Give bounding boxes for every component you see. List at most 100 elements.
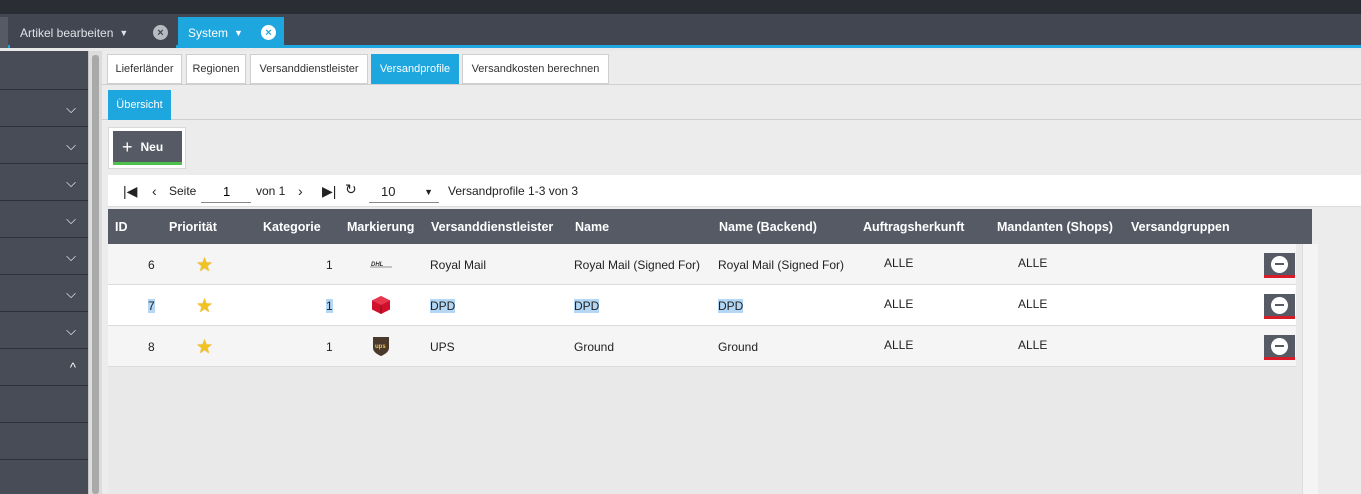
sidebar-item[interactable]: [0, 423, 88, 460]
sidebar-item[interactable]: ⌵: [0, 312, 88, 349]
previous-page-icon[interactable]: ‹: [152, 183, 157, 199]
tab-overflow-stub[interactable]: [0, 17, 8, 48]
close-tab-icon[interactable]: ×: [261, 25, 276, 40]
cell-origin: ALLE: [884, 297, 914, 311]
chevron-down-icon[interactable]: ⌵: [66, 249, 76, 265]
cell-origin: ALLE: [884, 338, 914, 352]
column-header-mandanten[interactable]: Mandanten (Shops): [997, 220, 1113, 234]
sidebar-item[interactable]: [0, 386, 88, 423]
chevron-down-icon[interactable]: ⌵: [66, 175, 76, 191]
delete-button[interactable]: [1264, 253, 1295, 278]
chevron-down-icon[interactable]: ⌵: [66, 286, 76, 302]
cell-name: DPD: [574, 299, 600, 313]
grid-scrollbar[interactable]: [1302, 244, 1318, 494]
cell-category: 1: [326, 340, 333, 354]
delete-button[interactable]: [1264, 294, 1295, 319]
sidebar-item[interactable]: ⌵: [0, 238, 88, 275]
scrollbar-thumb[interactable]: [92, 55, 99, 494]
sidebar-item[interactable]: ⌵: [0, 90, 88, 127]
result-range: Versandprofile 1-3 von 3: [448, 184, 579, 198]
column-header-name-backend[interactable]: Name (Backend): [719, 220, 817, 234]
cell-clients: ALLE: [1018, 338, 1048, 352]
sidebar-item[interactable]: ^: [0, 349, 88, 386]
chevron-down-icon[interactable]: ⌵: [66, 212, 76, 228]
sidebar-item[interactable]: ⌵: [0, 275, 88, 312]
dpd-logo-icon: [370, 294, 392, 316]
caret-down-icon[interactable]: ▼: [119, 28, 128, 38]
tab-system[interactable]: System ▼ ×: [178, 17, 284, 48]
cell-name-backend: Royal Mail (Signed For): [718, 258, 845, 272]
priority-star-icon[interactable]: ★: [196, 254, 213, 277]
cell-name-backend: Ground: [718, 340, 759, 354]
column-header-auftragsherkunft[interactable]: Auftragsherkunft: [863, 220, 964, 234]
caret-down-icon[interactable]: ▼: [234, 28, 243, 38]
data-grid: ID Priorität Kategorie Markierung Versan…: [108, 209, 1318, 494]
cell-name: Ground: [574, 340, 615, 354]
chevron-down-icon[interactable]: ⌵: [66, 138, 76, 154]
rows-per-page-select[interactable]: 10 ▼: [369, 181, 439, 203]
subtab-bar: Lieferländer Regionen Versanddienstleist…: [102, 51, 1361, 85]
chevron-up-icon[interactable]: ^: [70, 360, 76, 375]
sidebar: ⌵ ⌵ ⌵ ⌵ ⌵ ⌵ ⌵ ^: [0, 51, 88, 494]
priority-star-icon[interactable]: ★: [196, 336, 213, 359]
page-number-input[interactable]: [201, 181, 251, 203]
page-count-label: von 1: [256, 184, 286, 198]
content-area: Lieferländer Regionen Versanddienstleist…: [102, 51, 1361, 494]
column-header-markierung[interactable]: Markierung: [347, 220, 414, 234]
subtab-versanddienstleister[interactable]: Versanddienstleister: [250, 54, 368, 84]
sidebar-header: [0, 51, 88, 90]
next-page-icon[interactable]: ›: [298, 183, 303, 199]
priority-star-icon[interactable]: ★: [196, 295, 213, 318]
cell-name-backend: DPD: [718, 299, 744, 313]
sidebar-item[interactable]: ⌵: [0, 201, 88, 238]
tab-uebersicht[interactable]: Übersicht: [108, 90, 171, 120]
reload-icon[interactable]: ↻: [345, 181, 357, 198]
dropdown-arrow-icon: ▼: [424, 187, 433, 197]
cell-clients: ALLE: [1018, 297, 1048, 311]
new-button-label: Neu: [140, 139, 164, 154]
window-top-bar: [0, 0, 1361, 14]
minus-circle-icon: [1271, 255, 1288, 273]
cell-category: 1: [326, 258, 333, 272]
delete-button[interactable]: [1264, 335, 1295, 360]
sidebar-scrollbar[interactable]: [88, 51, 102, 494]
table-row[interactable]: 6 ★ 1 DHL Royal Mail Royal Mail (Signed …: [108, 244, 1296, 285]
close-tab-icon[interactable]: ×: [153, 25, 168, 40]
cell-provider: DPD: [430, 299, 456, 313]
subtab-versandkosten-berechnen[interactable]: Versandkosten berechnen: [462, 54, 609, 84]
pagination-bar: |◀ ‹ Seite von 1 › ▶| ↻ 10 ▼ Versandprof…: [108, 175, 1361, 207]
table-row[interactable]: 7 ★ 1 DPD DPD DPD ALLE ALLE: [108, 285, 1296, 326]
main-tab-bar: Artikel bearbeiten ▼ × System ▼ ×: [0, 14, 1361, 48]
ups-logo-icon: ups: [370, 335, 392, 357]
column-header-versandgruppen[interactable]: Versandgruppen: [1131, 220, 1230, 234]
column-header-kategorie[interactable]: Kategorie: [263, 220, 321, 234]
minus-circle-icon: [1271, 296, 1288, 314]
cell-origin: ALLE: [884, 256, 914, 270]
section-tab-bar: Übersicht: [102, 86, 1361, 120]
chevron-down-icon[interactable]: ⌵: [66, 101, 76, 117]
column-header-id[interactable]: ID: [115, 220, 128, 234]
cell-provider: UPS: [430, 340, 455, 354]
dhl-logo-icon: DHL: [370, 253, 392, 275]
subtab-versandprofile[interactable]: Versandprofile: [371, 54, 459, 84]
column-header-prioritaet[interactable]: Priorität: [169, 220, 217, 234]
first-page-icon[interactable]: |◀: [123, 183, 137, 200]
minus-circle-icon: [1271, 337, 1288, 355]
cell-id: 6: [148, 258, 155, 272]
toolbar: + Neu: [108, 127, 186, 169]
svg-text:ups: ups: [375, 344, 386, 350]
subtab-lieferlaender[interactable]: Lieferländer: [107, 54, 182, 84]
grid-header: ID Priorität Kategorie Markierung Versan…: [108, 209, 1312, 244]
chevron-down-icon[interactable]: ⌵: [66, 323, 76, 339]
subtab-regionen[interactable]: Regionen: [186, 54, 246, 84]
new-button[interactable]: + Neu: [113, 131, 182, 165]
cell-id: 7: [148, 299, 155, 313]
sidebar-item[interactable]: ⌵: [0, 164, 88, 201]
last-page-icon[interactable]: ▶|: [322, 183, 336, 200]
tab-artikel-bearbeiten[interactable]: Artikel bearbeiten ▼ ×: [10, 17, 176, 48]
sidebar-item[interactable]: ⌵: [0, 127, 88, 164]
column-header-name[interactable]: Name: [575, 220, 609, 234]
table-row[interactable]: 8 ★ 1 ups UPS Ground Ground ALLE ALLE: [108, 326, 1296, 367]
cell-category: 1: [326, 299, 333, 313]
column-header-versanddienstleister[interactable]: Versanddienstleister: [431, 220, 553, 234]
